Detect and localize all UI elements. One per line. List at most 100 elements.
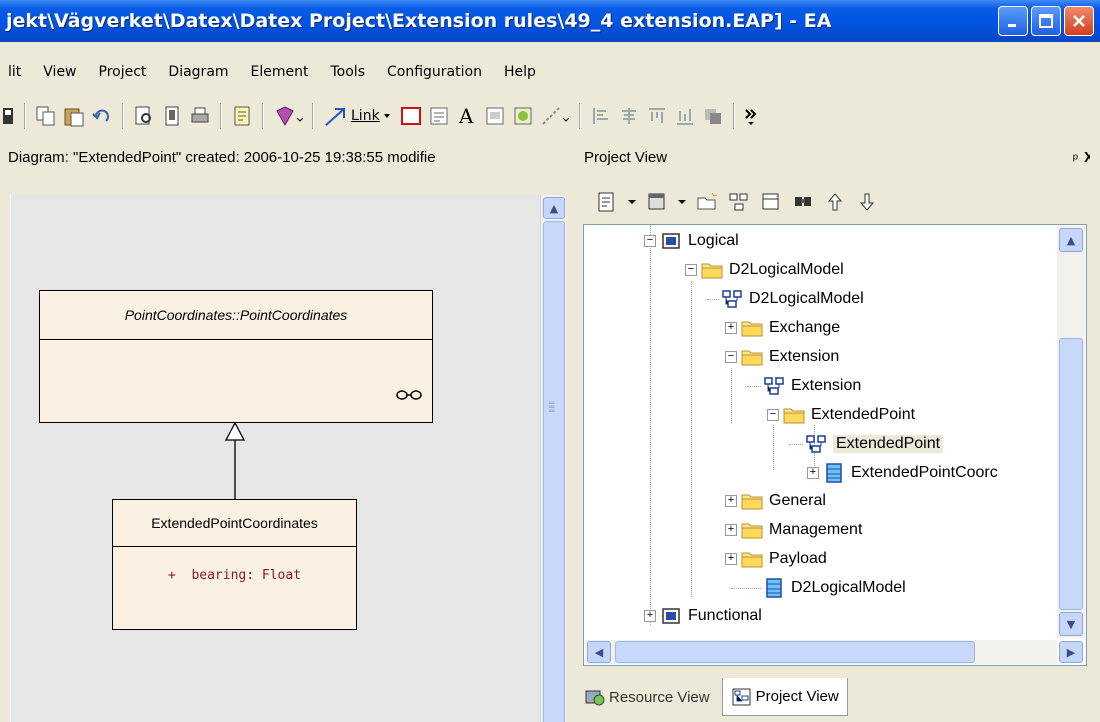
text-element-icon[interactable] — [428, 101, 450, 131]
new-element-icon[interactable] — [758, 189, 784, 215]
chevron-down-icon[interactable] — [676, 189, 688, 215]
tree-item-logical[interactable]: − Logical — [644, 227, 739, 255]
expand-icon[interactable]: + — [725, 524, 737, 536]
diagram-canvas[interactable]: PointCoordinates::PointCoordinates Exten… — [10, 195, 540, 722]
scroll-down-icon[interactable]: ▼ — [1059, 612, 1083, 636]
menu-configuration[interactable]: Configuration — [376, 58, 493, 86]
tree-item-payload[interactable]: + Payload — [725, 545, 827, 573]
expand-icon[interactable]: + — [725, 322, 737, 334]
expand-icon[interactable]: + — [644, 610, 656, 622]
tree-item-general[interactable]: + General — [725, 487, 826, 515]
align-top-icon[interactable] — [646, 101, 668, 131]
menu-project[interactable]: Project — [88, 58, 158, 86]
tree-guide — [731, 368, 732, 423]
minimize-button[interactable] — [998, 6, 1028, 36]
scroll-right-icon[interactable]: ▶ — [1059, 641, 1083, 663]
folder-icon — [741, 494, 763, 510]
connector-icon[interactable] — [540, 101, 570, 131]
maximize-button[interactable] — [1031, 6, 1061, 36]
title-bar: jekt\Vägverket\Datex\Datex Project\Exten… — [0, 0, 1100, 42]
tree-item-extendedpoint-diagram[interactable]: ExtendedPoint — [789, 430, 944, 458]
window-controls — [998, 6, 1094, 36]
scroll-thumb[interactable] — [615, 641, 975, 663]
tree-item-functional[interactable]: + Functional — [644, 602, 762, 630]
tree-vertical-scrollbar[interactable]: ▲ ▼ — [1057, 226, 1085, 638]
folder-icon — [701, 263, 723, 279]
close-button[interactable] — [1064, 6, 1094, 36]
tree-item-exchange[interactable]: + Exchange — [725, 314, 840, 342]
page-setup-icon[interactable] — [161, 101, 183, 131]
link-tool[interactable]: Link — [323, 101, 394, 131]
document-icon[interactable] — [484, 101, 506, 131]
collapse-icon[interactable]: − — [685, 264, 697, 276]
toolbar-separator — [312, 103, 314, 129]
scroll-up-icon[interactable]: ▲ — [543, 197, 565, 219]
menu-tools[interactable]: Tools — [320, 58, 377, 86]
tree-item-label: Management — [769, 521, 863, 538]
menu-view[interactable]: View — [32, 58, 87, 86]
tree-item-extension-diagram[interactable]: Extension — [747, 372, 861, 400]
folder-icon — [741, 350, 763, 366]
image-icon[interactable] — [512, 101, 534, 131]
layers-icon[interactable] — [702, 101, 724, 131]
tree-item-extension-folder[interactable]: − Extension — [725, 343, 839, 371]
project-tree[interactable]: − Logical − D2LogicalModel D2LogicalMode… — [583, 224, 1087, 666]
collapse-icon[interactable]: − — [767, 409, 779, 421]
generalization-connector[interactable] — [223, 423, 247, 499]
menu-help[interactable]: Help — [493, 58, 547, 86]
paste-icon[interactable] — [63, 101, 85, 131]
move-up-icon[interactable] — [822, 189, 848, 215]
scroll-thumb[interactable] — [1059, 338, 1083, 610]
expand-icon[interactable]: + — [725, 553, 737, 565]
class-attribute[interactable]: + bearing: Float — [113, 547, 356, 598]
tree-horizontal-scrollbar[interactable]: ◀ ▶ — [585, 640, 1083, 664]
tree-item-label: D2LogicalModel — [749, 290, 864, 307]
diagram-vertical-scrollbar[interactable]: ▲ ═ ═ ═ — [540, 195, 566, 722]
class-point-coordinates[interactable]: PointCoordinates::PointCoordinates — [39, 290, 433, 423]
tree-item-extendedpointcoordinates[interactable]: + ExtendedPointCoorc — [807, 459, 998, 487]
align-bottom-icon[interactable] — [674, 101, 696, 131]
find-icon[interactable] — [790, 189, 816, 215]
tab-project-view[interactable]: Project View — [721, 678, 848, 716]
tree-item-management[interactable]: + Management — [725, 516, 862, 544]
print-icon[interactable] — [189, 101, 211, 131]
pin-icon[interactable]: ᵖ — [1073, 143, 1078, 173]
tree-item-d2logicalmodel-class[interactable]: D2LogicalModel — [731, 574, 906, 602]
align-center-icon[interactable] — [618, 101, 640, 131]
toolbar-overflow-icon[interactable] — [744, 101, 758, 131]
diagram-icon — [764, 377, 784, 395]
new-folder-icon[interactable] — [694, 189, 720, 215]
expand-icon[interactable]: + — [807, 467, 819, 479]
tree-item-label: ExtendedPoint — [811, 406, 916, 423]
tree-item-d2logicalmodel-folder[interactable]: − D2LogicalModel — [685, 256, 844, 284]
menu-diagram[interactable]: Diagram — [157, 58, 239, 86]
copy-icon[interactable] — [35, 101, 57, 131]
collapse-icon[interactable]: − — [644, 235, 656, 247]
scroll-thumb[interactable]: ═ ═ ═ — [543, 221, 565, 722]
print-preview-icon[interactable] — [133, 101, 155, 131]
menu-edit[interactable]: lit — [0, 58, 32, 86]
tree-item-extendedpoint-folder[interactable]: − ExtendedPoint — [767, 401, 915, 429]
collapse-icon[interactable]: − — [725, 351, 737, 363]
new-diagram-icon[interactable] — [726, 189, 752, 215]
class-extended-point-coordinates[interactable]: ExtendedPointCoordinates + bearing: Floa… — [112, 499, 357, 630]
note-icon[interactable] — [231, 101, 253, 131]
align-left-icon[interactable] — [590, 101, 612, 131]
move-down-icon[interactable] — [854, 189, 880, 215]
chevron-down-icon[interactable] — [626, 189, 638, 215]
tab-resource-view[interactable]: Resource View — [576, 678, 718, 716]
new-window-icon[interactable] — [644, 189, 670, 215]
tree-connector — [747, 385, 761, 387]
expand-icon[interactable]: + — [725, 495, 737, 507]
save-icon[interactable] — [3, 101, 15, 131]
class-name: PointCoordinates::PointCoordinates — [124, 307, 348, 323]
rectangle-icon[interactable] — [400, 101, 422, 131]
book-icon[interactable] — [273, 101, 303, 131]
scroll-up-icon[interactable]: ▲ — [1059, 228, 1083, 252]
tree-item-d2logicalmodel-diagram[interactable]: D2LogicalModel — [707, 285, 864, 313]
undo-icon[interactable] — [91, 101, 113, 131]
scroll-left-icon[interactable]: ◀ — [587, 641, 611, 663]
text-icon[interactable]: A — [456, 101, 478, 131]
menu-element[interactable]: Element — [240, 58, 320, 86]
new-document-icon[interactable] — [594, 189, 620, 215]
